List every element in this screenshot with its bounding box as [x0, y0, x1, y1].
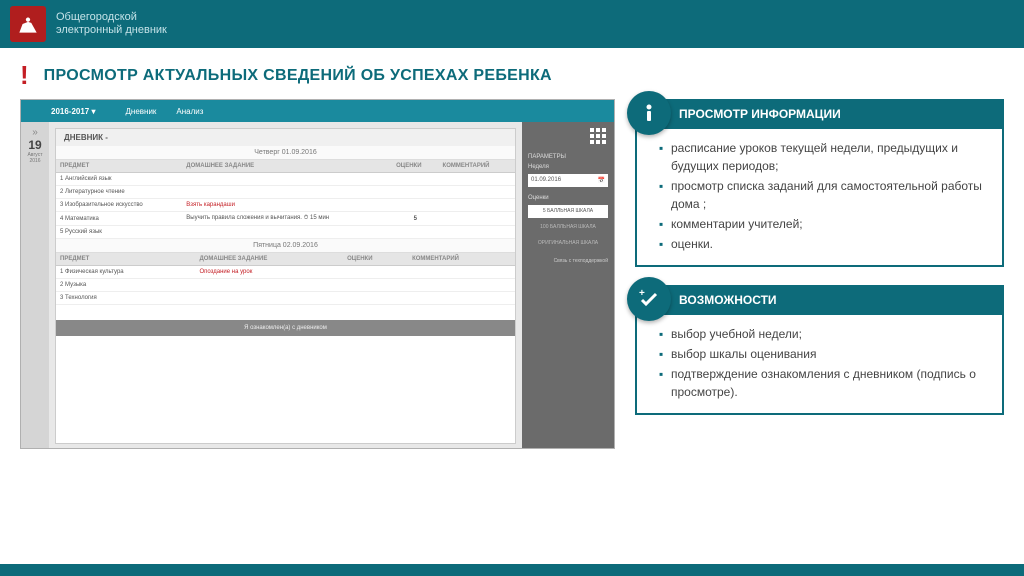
diary-header: ДНЕВНИК - — [56, 129, 515, 146]
support-link[interactable]: Связь с техподдержкой — [528, 258, 608, 264]
scale-5[interactable]: 5 БАЛЛЬНАЯ ШКАЛА — [528, 205, 608, 218]
info-header-1: ПРОСМОТР ИНФОРМАЦИИ — [635, 99, 1004, 129]
table-row: 1 Физическая культураОпоздание на урок — [56, 266, 515, 279]
params-panel: ПАРАМЕТРЫ Неделя 01.09.2016📅 Оценки 5 БА… — [522, 122, 614, 449]
header-title: Общегородской электронный дневник — [56, 11, 167, 37]
info-block-view: ПРОСМОТР ИНФОРМАЦИИ расписание уроков те… — [635, 99, 1004, 267]
table-row: 3 Изобразительное искусствоВзять каранда… — [56, 199, 515, 212]
info-block-features: + ВОЗМОЖНОСТИ выбор учебной недели; выбор… — [635, 285, 1004, 415]
table-row: 3 Технология — [56, 292, 515, 305]
table-row: 1 Английский язык — [56, 173, 515, 186]
day1-table: ПРЕДМЕТДОМАШНЕЕ ЗАДАНИЕОЦЕНКИКОММЕНТАРИЙ… — [56, 160, 515, 239]
top-header: Общегородской электронный дневник — [0, 0, 1024, 48]
diary-screenshot: 2016-2017 ▾ Дневник Анализ » 19 Август 2… — [20, 99, 615, 449]
grid-icon[interactable] — [590, 128, 608, 146]
week-date-input[interactable]: 01.09.2016📅 — [528, 174, 608, 187]
list-item: комментарии учителей; — [659, 215, 990, 233]
list-item: просмотр списка заданий для самостоятель… — [659, 177, 990, 213]
calendar-icon: 📅 — [598, 177, 605, 184]
nav-diary[interactable]: Дневник — [126, 107, 157, 116]
nav-analysis[interactable]: Анализ — [176, 107, 203, 116]
day2-header: Пятница 02.09.2016 — [56, 239, 515, 253]
year-selector[interactable]: 2016-2017 ▾ — [51, 107, 96, 116]
table-row: 5 Русский язык — [56, 226, 515, 239]
scale-orig[interactable]: ОРИГИНАЛЬНАЯ ШКАЛА — [528, 237, 608, 250]
list-item: расписание уроков текущей недели, предыд… — [659, 139, 990, 175]
svg-text:+: + — [639, 288, 645, 299]
page-title: ПРОСМОТР АКТУАЛЬНЫХ СВЕДЕНИЙ ОБ УСПЕХАХ … — [44, 67, 552, 85]
list-item: оценки. — [659, 235, 990, 253]
info-header-2: ВОЗМОЖНОСТИ — [635, 285, 1004, 315]
check-plus-icon: + — [627, 277, 671, 321]
info-icon — [627, 91, 671, 135]
table-row: 2 Музыка — [56, 279, 515, 292]
day2-table: ПРЕДМЕТДОМАШНЕЕ ЗАДАНИЕОЦЕНКИКОММЕНТАРИЙ… — [56, 253, 515, 305]
list-item: выбор учебной недели; — [659, 325, 990, 343]
day1-header: Четверг 01.09.2016 — [56, 146, 515, 160]
scale-100[interactable]: 100 БАЛЛЬНАЯ ШКАЛА — [528, 221, 608, 234]
table-row: 2 Литературное чтение — [56, 186, 515, 199]
confirm-button[interactable]: Я ознакомлен(а) с дневником — [56, 320, 515, 336]
list-item: подтверждение ознакомления с дневником (… — [659, 365, 990, 401]
date-sidebar: » 19 Август 2016 — [21, 122, 49, 449]
page-title-row: ! ПРОСМОТР АКТУАЛЬНЫХ СВЕДЕНИЙ ОБ УСПЕХА… — [0, 48, 1024, 99]
table-row: 4 МатематикаВыучить правила сложения и в… — [56, 212, 515, 226]
list-item: выбор шкалы оценивания — [659, 345, 990, 363]
bottom-bar — [0, 564, 1024, 576]
exclamation-icon: ! — [20, 60, 29, 91]
moscow-crest-icon — [10, 6, 46, 42]
